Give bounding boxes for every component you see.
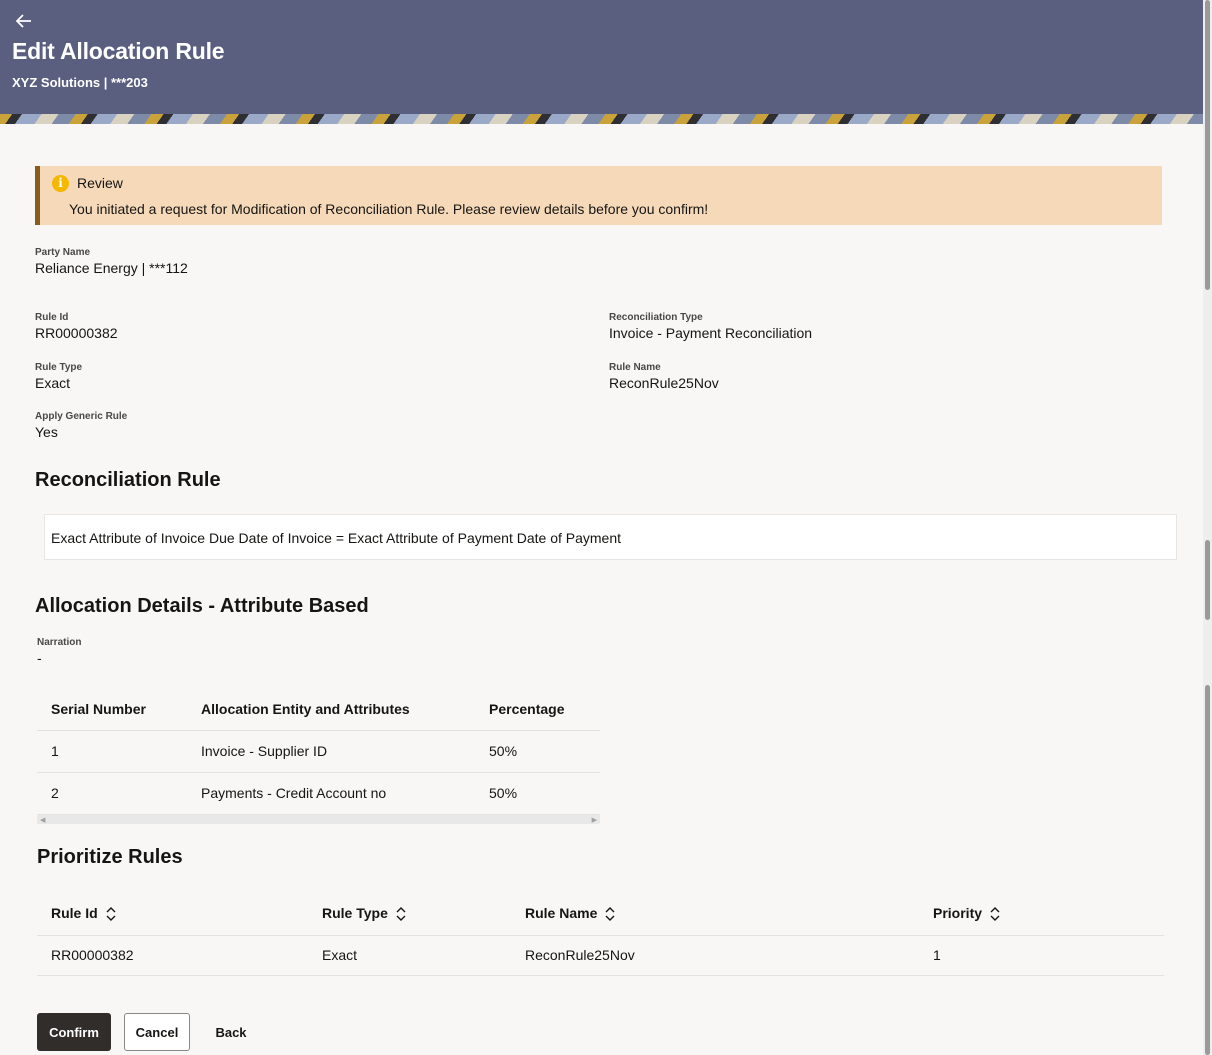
reconciliation-rule-heading: Reconciliation Rule — [35, 469, 221, 491]
column-header-rule-id[interactable]: Rule Id — [37, 892, 308, 936]
scrollbar-thumb-middle[interactable] — [1205, 540, 1210, 620]
back-arrow-icon[interactable] — [15, 12, 40, 32]
header-decorative-strip — [0, 114, 1203, 124]
allocation-entity-cell: Invoice - Supplier ID — [187, 730, 475, 773]
allocation-details-heading: Allocation Details - Attribute Based — [35, 595, 369, 617]
info-icon: i — [52, 175, 69, 192]
scroll-right-icon[interactable]: ▶ — [592, 816, 597, 824]
rule-type-cell: Exact — [308, 935, 511, 976]
reconciliation-type-label: Reconciliation Type — [609, 312, 703, 323]
rule-name-value: ReconRule25Nov — [609, 375, 719, 391]
sort-updown-icon[interactable] — [990, 907, 1000, 922]
rule-type-label: Rule Type — [35, 362, 83, 373]
page-title: Edit Allocation Rule — [12, 38, 225, 64]
apply-generic-rule-label: Apply Generic Rule — [35, 411, 128, 422]
allocation-table: Serial Number Allocation Entity and Attr… — [37, 688, 600, 815]
reconciliation-rule-text: Exact Attribute of Invoice Due Date of I… — [51, 530, 622, 546]
rule-id-cell: RR00000382 — [37, 935, 308, 976]
prioritize-rules-table: Rule Id Rule Type Rule Name Priority RR0… — [37, 892, 1164, 976]
serial-number-cell: 1 — [37, 730, 187, 773]
rule-id-label: Rule Id — [35, 312, 69, 323]
back-button[interactable]: Back — [205, 1013, 257, 1051]
scroll-left-icon[interactable]: ◀ — [40, 816, 45, 824]
scrollbar-thumb-bottom[interactable] — [1205, 685, 1210, 1055]
percentage-cell: 50% — [475, 730, 600, 773]
rule-name-label: Rule Name — [609, 362, 661, 373]
narration-value: - — [37, 650, 42, 666]
table-row: RR00000382 Exact ReconRule25Nov 1 — [37, 935, 1164, 976]
priority-cell: 1 — [919, 935, 1164, 976]
prioritize-table-header-row: Rule Id Rule Type Rule Name Priority — [37, 892, 1164, 936]
sort-updown-icon[interactable] — [605, 907, 615, 922]
review-message-box: i Review You initiated a request for Mod… — [35, 166, 1162, 225]
prioritize-rules-heading: Prioritize Rules — [37, 846, 183, 868]
apply-generic-rule-value: Yes — [35, 424, 58, 440]
rule-name-cell: ReconRule25Nov — [511, 935, 919, 976]
column-header-label: Rule Id — [51, 905, 98, 922]
column-header-rule-name[interactable]: Rule Name — [511, 892, 919, 936]
column-header-label: Rule Type — [322, 905, 388, 922]
party-name-label: Party Name — [35, 247, 91, 258]
table-row: 2 Payments - Credit Account no 50% — [37, 772, 600, 815]
column-header-percentage: Percentage — [475, 688, 600, 731]
rule-id-value: RR00000382 — [35, 325, 118, 341]
column-header-priority[interactable]: Priority — [919, 892, 1164, 936]
page-header: Edit Allocation Rule XYZ Solutions | ***… — [0, 0, 1203, 124]
vertical-scrollbar[interactable] — [1203, 0, 1212, 1055]
sort-updown-icon[interactable] — [396, 907, 406, 922]
page-subtitle: XYZ Solutions | ***203 — [12, 75, 148, 90]
sort-updown-icon[interactable] — [106, 907, 116, 922]
reconciliation-rule-box: Exact Attribute of Invoice Due Date of I… — [44, 514, 1177, 560]
column-header-allocation-entity: Allocation Entity and Attributes — [187, 688, 475, 731]
confirm-button[interactable]: Confirm — [37, 1013, 111, 1051]
party-name-value: Reliance Energy | ***112 — [35, 260, 188, 276]
rule-type-value: Exact — [35, 375, 71, 391]
allocation-entity-cell: Payments - Credit Account no — [187, 772, 475, 815]
horizontal-scrollbar[interactable]: ◀ ▶ — [37, 815, 600, 824]
serial-number-cell: 2 — [37, 772, 187, 815]
cancel-button[interactable]: Cancel — [124, 1013, 190, 1051]
column-header-label: Rule Name — [525, 905, 598, 922]
percentage-cell: 50% — [475, 772, 600, 815]
reconciliation-type-value: Invoice - Payment Reconciliation — [609, 325, 813, 341]
table-row: 1 Invoice - Supplier ID 50% — [37, 730, 600, 773]
scrollbar-thumb-top[interactable] — [1205, 0, 1210, 290]
column-header-rule-type[interactable]: Rule Type — [308, 892, 511, 936]
review-title: Review — [77, 175, 123, 191]
narration-label: Narration — [37, 637, 82, 648]
review-message: You initiated a request for Modification… — [69, 201, 709, 217]
column-header-serial-number: Serial Number — [37, 688, 187, 731]
column-header-label: Priority — [933, 905, 983, 922]
allocation-table-header-row: Serial Number Allocation Entity and Attr… — [37, 688, 600, 731]
